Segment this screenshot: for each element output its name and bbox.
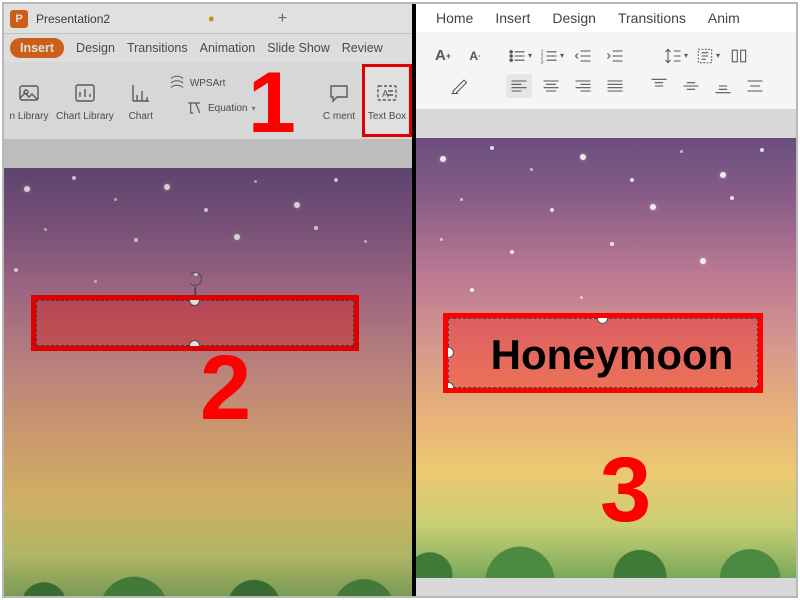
decrease-indent-button[interactable] [570,44,596,68]
tab-insert-right[interactable]: Insert [495,10,530,26]
text-box-label: Text Box [368,111,406,122]
align-top-button[interactable] [646,74,672,98]
line-spacing-button[interactable]: ▾ [662,44,688,68]
tab-design-right[interactable]: Design [552,10,596,26]
rotate-handle[interactable] [188,272,202,286]
text-box-icon: A [373,79,401,107]
equation-label: Equation [208,103,247,114]
align-left-button[interactable] [506,74,532,98]
slide-greenery [4,576,412,596]
text-box-button[interactable]: A Text Box [364,66,410,135]
ribbon-home: A+ A- ▾ 123▾ [416,32,796,110]
icon-library-button[interactable]: n Library [6,66,52,135]
comment-button[interactable]: C ment [316,66,362,135]
align-bottom-button[interactable] [710,74,736,98]
tab-home[interactable]: Home [436,10,473,26]
wpsart-button[interactable]: WPSArt [166,70,228,96]
tab-transitions-right[interactable]: Transitions [618,10,686,26]
tab-animation[interactable]: Animation [200,41,256,55]
chart-library-button[interactable]: Chart Library [54,66,116,135]
text-direction-button[interactable]: ▾ [694,44,720,68]
comment-icon [325,79,353,107]
chart-library-label: Chart Library [56,111,114,122]
chart-library-icon [71,79,99,107]
step-number-1: 1 [248,60,296,146]
chart-button[interactable]: Chart [118,66,164,135]
ribbon-tab-strip-right: Home Insert Design Transitions Anim [416,4,796,32]
columns-button[interactable] [726,44,752,68]
equation-button[interactable]: Equation ▾ [182,96,258,120]
align-center-button[interactable] [538,74,564,98]
slide-greenery-right [412,546,796,578]
tutorial-panel-left: P Presentation2 • + Insert Design Transi… [4,4,412,596]
comment-label: C ment [323,111,355,122]
step-number-2: 2 [200,342,251,434]
document-name: Presentation2 [36,12,110,26]
tab-transitions[interactable]: Transitions [127,41,188,55]
clear-formatting-button[interactable] [446,74,472,98]
equation-icon [184,98,204,118]
align-middle-button[interactable] [678,74,704,98]
ribbon-insert: n Library Chart Library Chart WPSArt [4,62,412,140]
tutorial-highlight [31,295,359,351]
wpsart-label: WPSArt [190,78,226,89]
shrink-font-button[interactable]: A- [462,44,488,68]
ribbon-tab-strip: Insert Design Transitions Animation Slid… [4,34,412,62]
tab-design[interactable]: Design [76,41,115,55]
tab-review[interactable]: Review [342,41,383,55]
new-tab-button[interactable]: + [272,9,292,29]
typed-textbox-selection[interactable]: Honeymoon [448,318,758,388]
bullets-button[interactable]: ▾ [506,44,532,68]
title-bar: P Presentation2 • + [4,4,412,34]
tab-slideshow[interactable]: Slide Show [267,41,330,55]
tab-insert[interactable]: Insert [10,38,64,58]
step-number-3: 3 [600,444,651,536]
empty-textbox-selection[interactable] [36,300,354,346]
tutorial-panel-right: Home Insert Design Transitions Anim A+ A… [412,4,796,596]
icon-library-label: n Library [10,111,49,122]
align-justify-button[interactable] [602,74,628,98]
wpsart-icon [168,74,186,92]
svg-text:3: 3 [541,59,544,65]
app-icon: P [10,10,28,28]
grow-font-button[interactable]: A+ [430,44,456,68]
distribute-button[interactable] [742,74,768,98]
increase-indent-button[interactable] [602,44,628,68]
numbering-button[interactable]: 123▾ [538,44,564,68]
gallery-icon [15,79,43,107]
align-right-button[interactable] [570,74,596,98]
tutorial-highlight [443,313,763,393]
tab-anim-right[interactable]: Anim [708,10,740,26]
svg-text:A: A [382,89,389,100]
chart-icon [127,79,155,107]
chart-label: Chart [129,111,153,122]
